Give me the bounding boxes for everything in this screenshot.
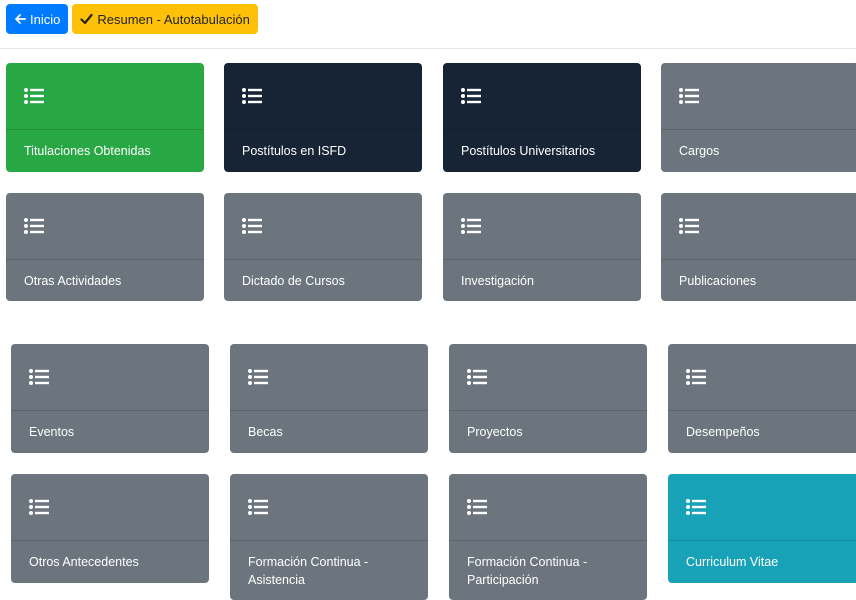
tile-formacion-continua-asistencia[interactable]: Formación Continua - Asistencia bbox=[230, 474, 428, 600]
tile-otros-antecedentes[interactable]: Otros Antecedentes bbox=[11, 474, 209, 583]
list-icon bbox=[29, 499, 49, 515]
tile-label: Otros Antecedentes bbox=[29, 555, 139, 569]
list-icon bbox=[248, 499, 268, 515]
list-icon bbox=[29, 369, 49, 385]
tile-publicaciones[interactable]: Publicaciones bbox=[661, 193, 856, 301]
tile-label: Curriculum Vitae bbox=[686, 555, 779, 569]
tile-titulaciones-obtenidas[interactable]: Titulaciones Obtenidas bbox=[6, 63, 204, 172]
tile-label: Eventos bbox=[29, 425, 75, 439]
tile-desempenos[interactable]: Desempeños bbox=[668, 344, 856, 453]
tile-dictado-de-cursos[interactable]: Dictado de Cursos bbox=[224, 193, 422, 301]
tile-label: Becas bbox=[248, 425, 283, 439]
list-icon bbox=[467, 369, 487, 385]
tile-label: Desempeños bbox=[686, 425, 760, 439]
tile-label: Postítulos Universitarios bbox=[461, 144, 596, 158]
arrow-left-icon bbox=[15, 14, 26, 24]
list-icon bbox=[467, 499, 487, 515]
tile-label: Postítulos en ISFD bbox=[242, 144, 347, 158]
tile-curriculum-vitae[interactable]: Curriculum Vitae bbox=[668, 474, 856, 583]
summary-button-label: Resumen - Autotabulación bbox=[97, 11, 250, 27]
list-icon bbox=[461, 218, 481, 234]
tile-label: Dictado de Cursos bbox=[242, 273, 345, 288]
tile-label: Proyectos bbox=[467, 425, 523, 439]
tile-label: Formación Continua - Asistencia bbox=[248, 555, 369, 587]
tile-formacion-continua-participacion[interactable]: Formación Continua - Participación bbox=[449, 474, 647, 600]
header-divider bbox=[0, 48, 856, 49]
list-icon bbox=[242, 88, 262, 104]
check-icon bbox=[80, 13, 93, 25]
tile-eventos[interactable]: Eventos bbox=[11, 344, 209, 453]
list-icon bbox=[679, 218, 699, 234]
tile-becas[interactable]: Becas bbox=[230, 344, 428, 453]
tile-proyectos[interactable]: Proyectos bbox=[449, 344, 647, 453]
tile-otras-actividades[interactable]: Otras Actividades bbox=[6, 193, 204, 301]
tile-cargos[interactable]: Cargos bbox=[661, 63, 856, 172]
list-icon bbox=[24, 88, 44, 104]
tile-label: Formación Continua - Participación bbox=[467, 555, 588, 587]
list-icon bbox=[686, 499, 706, 515]
list-icon bbox=[242, 218, 262, 234]
tile-label: Titulaciones Obtenidas bbox=[24, 144, 151, 158]
tile-label: Otras Actividades bbox=[24, 273, 122, 288]
tile-investigacion[interactable]: Investigación bbox=[443, 193, 641, 301]
tile-postitulos-isfd[interactable]: Postítulos en ISFD bbox=[224, 63, 422, 172]
home-button-label: Inicio bbox=[30, 11, 61, 27]
summary-autotabulation-button[interactable]: Resumen - Autotabulación bbox=[72, 4, 258, 34]
tile-label: Investigación bbox=[461, 273, 534, 288]
home-button[interactable]: Inicio bbox=[6, 4, 69, 34]
list-icon bbox=[24, 218, 44, 234]
tile-postitulos-universitarios[interactable]: Postítulos Universitarios bbox=[443, 63, 641, 172]
tile-label: Publicaciones bbox=[679, 273, 757, 288]
list-icon bbox=[679, 88, 699, 104]
toolbar: Inicio Resumen - Autotabulación bbox=[6, 4, 258, 36]
list-icon bbox=[461, 88, 481, 104]
list-icon bbox=[686, 369, 706, 385]
tile-label: Cargos bbox=[679, 144, 720, 158]
list-icon bbox=[248, 369, 268, 385]
